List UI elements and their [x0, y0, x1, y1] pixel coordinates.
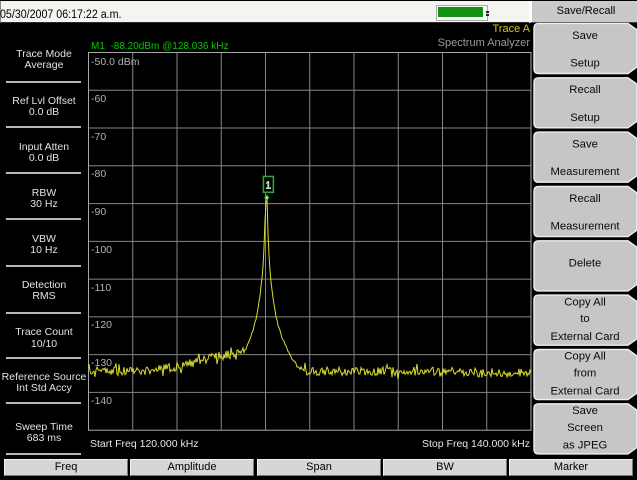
svg-text:Setup: Setup [570, 57, 600, 69]
svg-text:Save: Save [572, 405, 598, 417]
svg-text:Recall: Recall [569, 84, 600, 96]
svg-text:as JPEG: as JPEG [563, 440, 608, 452]
svg-text:Save: Save [572, 139, 598, 151]
svg-text:Recall: Recall [569, 193, 600, 205]
svg-text:from: from [574, 368, 597, 380]
svg-text:Setup: Setup [570, 112, 600, 124]
svg-text:External Card: External Card [550, 385, 619, 397]
svg-text:Copy All: Copy All [564, 351, 605, 363]
svg-text:Delete: Delete [569, 257, 602, 269]
svg-text:Copy All: Copy All [564, 296, 605, 308]
svg-text:Screen: Screen [567, 422, 603, 434]
svg-text:Save: Save [572, 30, 598, 42]
svg-text:to: to [580, 313, 589, 325]
svg-text:Measurement: Measurement [550, 221, 620, 233]
svg-text:Measurement: Measurement [550, 166, 620, 178]
svg-text:External Card: External Card [550, 331, 619, 343]
